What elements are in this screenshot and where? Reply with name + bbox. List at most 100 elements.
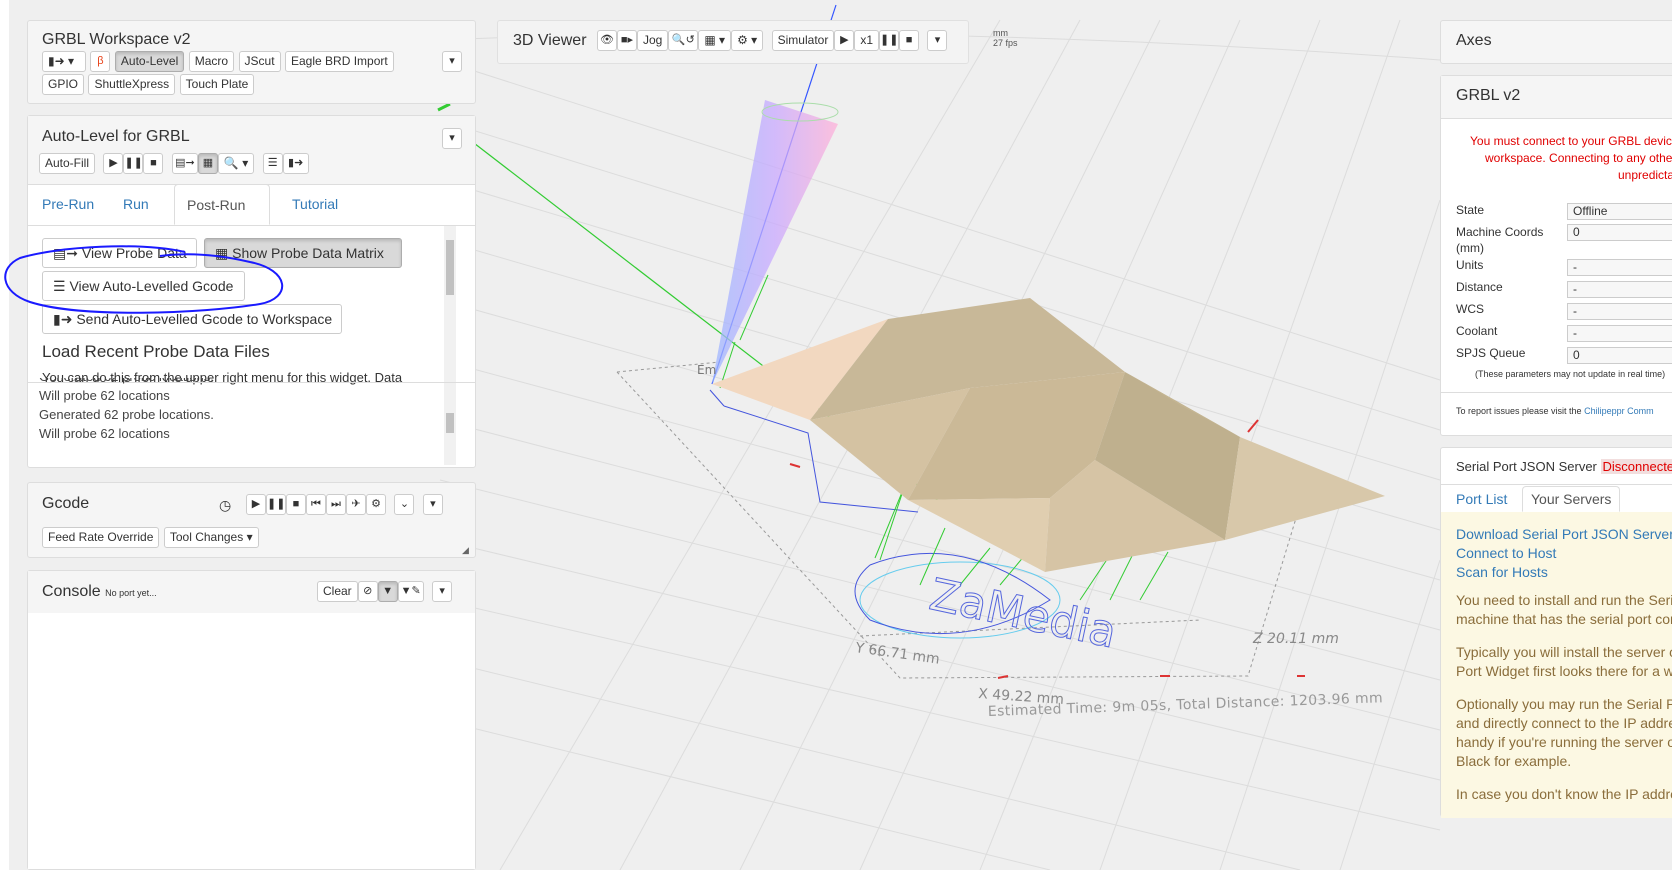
units-value: - <box>1567 259 1672 276</box>
play-icon[interactable]: ▶ <box>246 494 266 515</box>
touch-plate-button[interactable]: Touch Plate <box>179 74 255 95</box>
download-spjs-link[interactable]: Download Serial Port JSON Server <box>1456 525 1672 544</box>
tool-cone <box>712 100 838 384</box>
coolant-value: - <box>1567 325 1672 342</box>
tab-tutorial[interactable]: Tutorial <box>280 184 350 224</box>
spjs-status-badge: Disconnected <box>1600 459 1672 474</box>
play-icon[interactable]: ▶ <box>834 30 855 51</box>
camera-icon[interactable]: ■▸ <box>617 30 637 51</box>
state-value: Offline <box>1567 203 1672 220</box>
autofill-button[interactable]: Auto-Fill <box>39 153 96 174</box>
state-label: State <box>1456 203 1485 217</box>
chevron-down-icon[interactable]: ▾ <box>927 30 948 51</box>
gpio-button[interactable]: GPIO <box>42 74 85 95</box>
zoom-icon[interactable]: 🔍↺ <box>668 30 699 51</box>
stop-icon[interactable]: ■ <box>286 494 306 515</box>
autolevel-tabs: Pre-Run Run Post-Run Tutorial <box>28 184 475 226</box>
wcs-label: WCS <box>1456 302 1484 316</box>
para-line: Typically you will install the server o <box>1456 644 1672 660</box>
grbl-note: (These parameters may not update in real… <box>1475 369 1666 379</box>
log-line: Will probe 62 locations <box>39 388 170 403</box>
expand-icon[interactable]: ⌄ <box>394 494 415 515</box>
log-line: Generated 62 probe locations. <box>39 378 439 386</box>
resize-handle-icon[interactable]: ◢ <box>462 545 469 556</box>
tab-your-servers[interactable]: Your Servers <box>1522 486 1621 512</box>
scan-hosts-link[interactable]: Scan for Hosts <box>1456 563 1672 582</box>
skip-forward-icon[interactable]: ⏭ <box>326 494 346 515</box>
autolevel-button[interactable]: Auto-Level <box>114 51 185 72</box>
eagle-brd-import-button[interactable]: Eagle BRD Import <box>285 51 394 72</box>
simulator-button[interactable]: Simulator <box>771 30 835 51</box>
pause-icon[interactable]: ❚❚ <box>879 30 900 51</box>
ban-icon[interactable]: ⊘ <box>357 581 378 602</box>
para-line: Port Widget first looks there for a w <box>1456 663 1672 679</box>
jog-button[interactable]: Jog <box>637 30 669 51</box>
tab-scrollbar[interactable] <box>444 226 456 382</box>
spjs-panel: Serial Port JSON Server Disconnected Por… <box>1440 447 1672 818</box>
macro-button[interactable]: Macro <box>188 51 235 72</box>
console-clear-button[interactable]: Clear <box>317 581 358 602</box>
speed-button[interactable]: x1 <box>854 30 880 51</box>
tab-pre-run[interactable]: Pre-Run <box>30 184 106 224</box>
pause-icon[interactable]: ❚❚ <box>266 494 286 515</box>
log-line: Generated 62 probe locations. <box>39 407 214 422</box>
tool-changes-label: Tool Changes <box>169 530 244 544</box>
spjs-queue-label: SPJS Queue <box>1456 346 1526 360</box>
tab-port-list[interactable]: Port List <box>1456 491 1507 507</box>
workspace-panel: GRBL Workspace v2 ▮➜ ▾ β Auto-Level Macr… <box>27 20 476 104</box>
shuttlexpress-button[interactable]: ShuttleXpress <box>88 74 176 95</box>
viewer-toolbar: 3D Viewer 👁 ■▸ Jog 🔍↺ ▦ ▾ ⚙ ▾ Simulator ▶ x1 ❚❚ ■… <box>497 20 969 64</box>
chevron-down-icon[interactable]: ▾ <box>442 128 462 149</box>
tab-post-run[interactable]: Post-Run <box>174 184 270 225</box>
zoom-menu-button[interactable]: 🔍 ▾ <box>217 153 255 174</box>
stop-icon[interactable]: ■ <box>143 153 164 174</box>
settings-menu-button[interactable]: ⚙ ▾ <box>731 30 764 51</box>
spjs-info: Download Serial Port JSON Server Connect… <box>1441 512 1672 818</box>
send-workspace-icon[interactable]: ▮➜ <box>282 153 309 174</box>
gcode-list-icon[interactable]: ☰ <box>262 153 283 174</box>
stop-icon[interactable]: ■ <box>899 30 920 51</box>
connect-host-link[interactable]: Connect to Host <box>1456 544 1672 563</box>
spjs-title: Serial Port JSON Server <box>1456 459 1597 474</box>
play-icon[interactable]: ▶ <box>103 153 124 174</box>
autolevel-title: Auto-Level for GRBL <box>42 128 190 145</box>
matrix-icon[interactable]: ▦ <box>197 153 218 174</box>
eye-icon[interactable]: 👁 <box>597 30 617 51</box>
axes-panel: Axes <box>1440 20 1672 64</box>
spjs-queue-value: 0 <box>1567 347 1672 364</box>
workspace-menu-button[interactable]: ▮➜ ▾ <box>42 51 86 72</box>
machine-coords-label: Machine Coords (mm) <box>1456 225 1544 255</box>
grid-menu-button[interactable]: ▦ ▾ <box>698 30 732 51</box>
grbl-warning: You must connect to your GRBL device wor… <box>1441 133 1672 184</box>
para-line: handy if you're running the server o <box>1456 734 1672 750</box>
report-text: To report issues please visit the <box>1456 406 1582 416</box>
grbl-panel: GRBL v2 You must connect to your GRBL de… <box>1440 75 1672 436</box>
chevron-down-icon[interactable]: ▾ <box>432 581 453 602</box>
probe-data-icon[interactable]: ▤➞ <box>171 153 198 174</box>
tab-run[interactable]: Run <box>111 184 161 224</box>
para-line: machine that has the serial port con <box>1456 611 1672 627</box>
clock-icon: ◷ <box>219 497 232 513</box>
left-margin <box>0 0 9 870</box>
jscut-button[interactable]: JScut <box>238 51 281 72</box>
distance-value: - <box>1567 281 1672 298</box>
machine-coords-value: 0 <box>1567 224 1672 241</box>
plane-icon[interactable]: ✈ <box>346 494 366 515</box>
tool-changes-button[interactable]: Tool Changes ▾ <box>163 527 259 548</box>
filter-edit-icon[interactable]: ▼✎ <box>397 581 424 602</box>
flame-icon[interactable]: β <box>90 51 111 72</box>
units-label: Units <box>1456 258 1484 272</box>
console-output[interactable] <box>28 613 475 869</box>
origin-label: Em <box>697 363 716 377</box>
pause-icon[interactable]: ❚❚ <box>123 153 144 174</box>
gcode-panel: Gcode ◷ ▶ ❚❚ ■ ⏮ ⏭ ✈ ⚙ ⌄ ▾ Feed Rate Override … <box>27 482 476 558</box>
grbl-title: GRBL v2 <box>1456 87 1521 104</box>
report-link[interactable]: Chilipeppr Comm <box>1584 406 1654 416</box>
log-scrollbar[interactable] <box>444 383 456 465</box>
chevron-down-icon[interactable]: ▾ <box>442 51 462 72</box>
feed-rate-override-button[interactable]: Feed Rate Override <box>42 527 160 548</box>
chevron-down-icon[interactable]: ▾ <box>422 494 443 515</box>
filter-icon[interactable]: ▼ <box>377 581 398 602</box>
skip-back-icon[interactable]: ⏮ <box>306 494 326 515</box>
gear-icon[interactable]: ⚙ <box>366 494 386 515</box>
